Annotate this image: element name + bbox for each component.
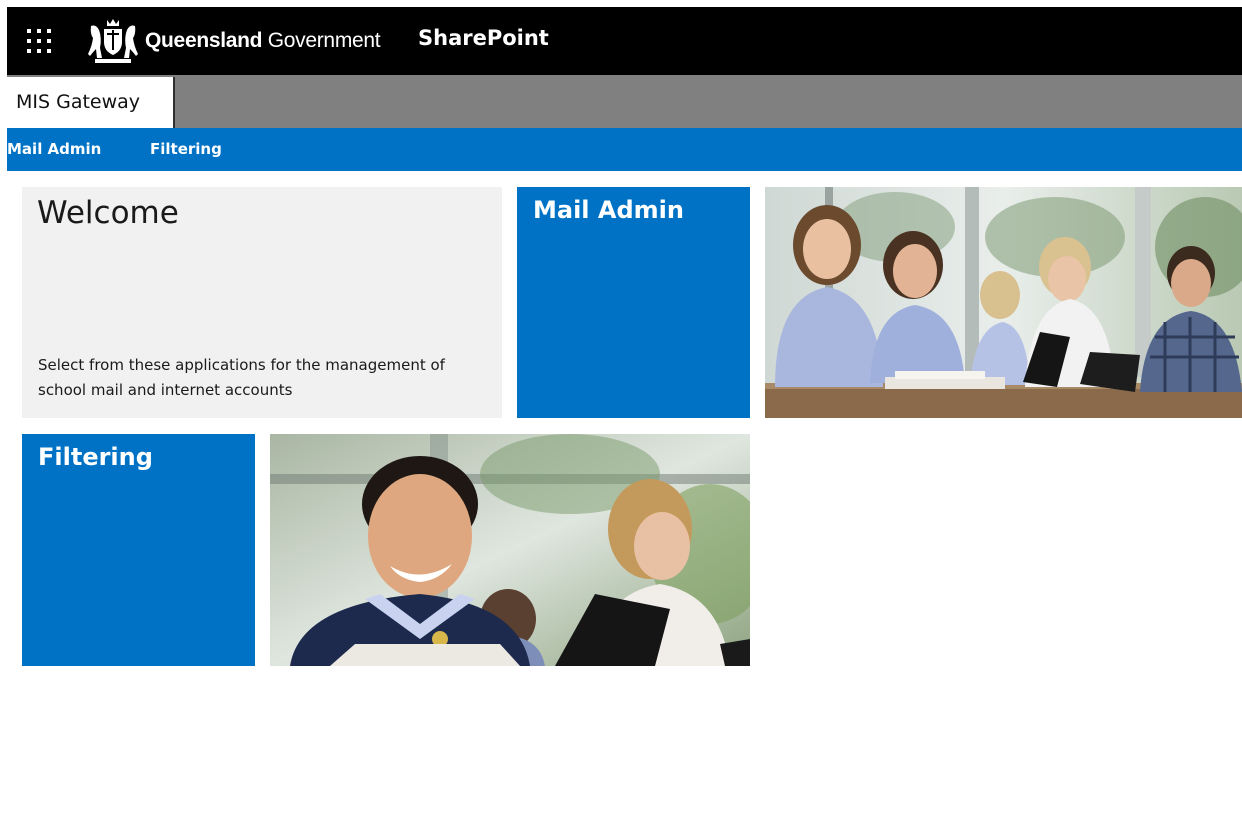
- mail-admin-tile[interactable]: Mail Admin: [517, 187, 750, 418]
- site-header: MIS Gateway: [7, 75, 1242, 128]
- filtering-tile-label: Filtering: [38, 443, 153, 471]
- top-navigation: Mail Admin Filtering: [7, 128, 1242, 171]
- logo-wordmark: Queensland Government: [145, 29, 381, 53]
- page-frame: Queensland Government SharePoint MIS Gat…: [7, 7, 1242, 816]
- queensland-government-logo[interactable]: Queensland Government: [87, 15, 381, 67]
- site-title[interactable]: MIS Gateway: [7, 77, 175, 128]
- welcome-tile: Welcome Select from these applications f…: [22, 187, 502, 418]
- logo-brand-light: Government: [267, 29, 381, 52]
- welcome-title: Welcome: [37, 195, 179, 231]
- filtering-tile[interactable]: Filtering: [22, 434, 255, 666]
- logo-brand-bold: Queensland: [145, 29, 263, 52]
- mail-admin-tile-label: Mail Admin: [533, 196, 684, 224]
- nav-item-filtering[interactable]: Filtering: [150, 128, 222, 171]
- welcome-description: Select from these applications for the m…: [38, 356, 445, 399]
- student-laptop-photo: [270, 434, 750, 666]
- waffle-icon[interactable]: [25, 27, 53, 55]
- queensland-crest-icon: [88, 19, 138, 63]
- nav-item-mail-admin[interactable]: Mail Admin: [7, 128, 101, 171]
- suite-bar: Queensland Government SharePoint: [7, 7, 1242, 75]
- app-name-link[interactable]: SharePoint: [418, 26, 549, 50]
- students-classroom-photo: [765, 187, 1242, 418]
